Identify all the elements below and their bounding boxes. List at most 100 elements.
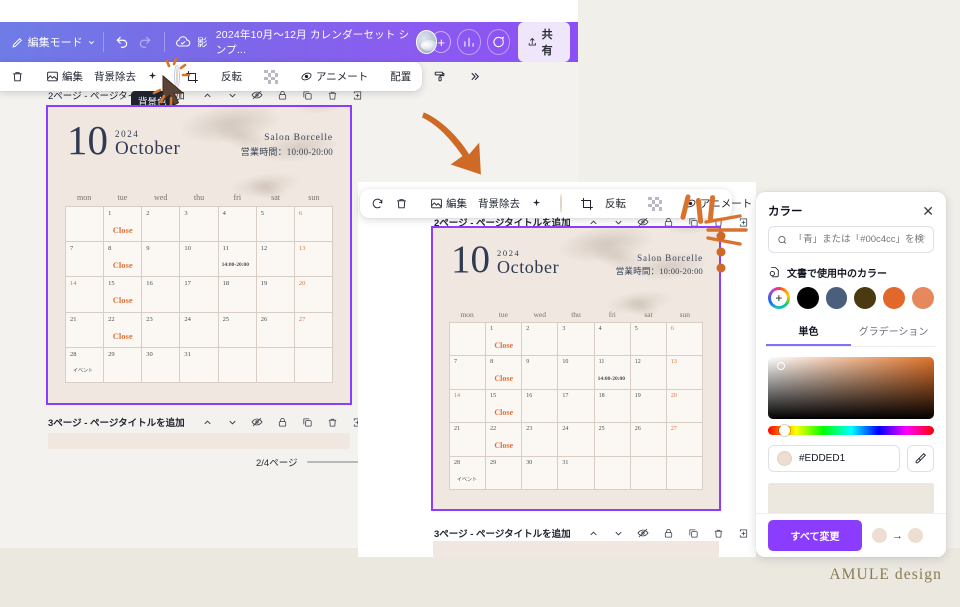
duplicate-icon[interactable] — [301, 89, 314, 102]
chevron-up-icon[interactable] — [201, 89, 214, 102]
used-colors-label: 文書で使用中のカラー — [787, 269, 887, 280]
tab-gradient[interactable]: グラデーション — [851, 323, 936, 346]
background-remove-button[interactable]: 背景除去 — [474, 194, 524, 213]
sv-picker-handle[interactable] — [777, 362, 785, 370]
calendar-cell: 17 — [180, 277, 218, 312]
page-row-label[interactable]: 3ページ - ページタイトルを追加 — [48, 415, 185, 429]
chevron-up-icon[interactable] — [587, 216, 600, 229]
edit-mode-selector[interactable]: 編集モード — [28, 34, 96, 50]
saturation-value-picker[interactable] — [768, 357, 934, 419]
custom-color-picker-swatch[interactable]: + — [768, 287, 790, 309]
color-swatch-black[interactable] — [796, 287, 819, 309]
flip-button[interactable]: 反転 — [217, 67, 246, 86]
edit-image-button[interactable]: 編集 — [426, 194, 471, 213]
eye-off-icon[interactable] — [637, 527, 650, 540]
cloud-save-icon[interactable] — [172, 29, 195, 55]
hue-slider-handle[interactable] — [779, 424, 790, 436]
transparency-button[interactable] — [260, 68, 282, 86]
add-page-icon[interactable] — [737, 527, 750, 540]
refresh-button[interactable] — [367, 195, 388, 212]
color-swatch-salmon[interactable] — [912, 287, 934, 309]
background-remove-button[interactable]: 背景除去 — [90, 67, 140, 86]
redo-button[interactable] — [134, 29, 157, 55]
calendar-day-number: 24 — [562, 426, 569, 433]
color-swatch-slate[interactable] — [825, 287, 848, 309]
add-page-icon[interactable] — [351, 89, 364, 102]
calendar-cell — [256, 347, 294, 382]
eyedropper-button[interactable] — [907, 445, 934, 472]
calendar-day-number: 6 — [298, 210, 303, 217]
chevron-down-icon[interactable] — [612, 216, 625, 229]
chevron-up-icon[interactable] — [587, 527, 600, 540]
delete-button[interactable] — [391, 195, 412, 212]
document-title[interactable]: 2024年10月〜12月 カレンダーセット シンプ... — [216, 27, 416, 57]
eye-off-icon[interactable] — [251, 89, 264, 102]
design-page-3-right-preview[interactable] — [433, 541, 719, 557]
edit-image-button[interactable]: 編集 — [42, 67, 87, 86]
object-toolbar-primary: 編集 背景除去 反転 アニメート 配置 — [0, 62, 480, 91]
calendar-day-number: 29 — [490, 459, 497, 466]
design-page-2-right[interactable]: 10 2024 October Salon Borcelle 営業時間：10:0… — [431, 226, 721, 511]
crop-button[interactable] — [576, 195, 598, 213]
trash-icon[interactable] — [326, 89, 339, 102]
page-row-3-right: 3ページ - ページタイトルを追加 — [434, 526, 750, 540]
share-button[interactable]: 共有 — [518, 22, 570, 62]
duplicate-icon[interactable] — [687, 527, 700, 540]
color-swatch-olive[interactable] — [854, 287, 877, 309]
magic-star-icon[interactable] — [527, 196, 546, 211]
refresh-icon — [372, 198, 383, 209]
more-options-button[interactable] — [464, 68, 485, 85]
transparency-button[interactable] — [644, 195, 666, 213]
duplicate-icon[interactable] — [301, 416, 314, 429]
close-icon[interactable]: ✕ — [922, 204, 934, 218]
copy-style-button[interactable] — [429, 68, 450, 85]
flip-button[interactable]: 反転 — [601, 194, 630, 213]
trash-icon[interactable] — [712, 527, 725, 540]
sparkle-icon — [532, 198, 541, 207]
bar-chart-icon — [464, 37, 474, 47]
calendar-cell: 28 イベント — [450, 456, 486, 489]
color-search-field[interactable] — [768, 226, 934, 253]
page-row-label[interactable]: 3ページ - ページタイトルを追加 — [434, 526, 571, 540]
hex-input-field[interactable]: #EDDED1 — [768, 445, 900, 472]
chevron-down-icon[interactable] — [226, 89, 239, 102]
lock-icon[interactable] — [276, 89, 289, 102]
page-row-label[interactable]: 2ページ - ページタイトルを追加 — [434, 215, 571, 229]
eye-off-icon[interactable] — [251, 416, 264, 429]
calendar-close-label: Close — [494, 441, 514, 451]
color-swatch-orange[interactable] — [883, 287, 906, 309]
comments-button[interactable] — [486, 29, 511, 55]
trash-icon[interactable] — [326, 416, 339, 429]
calendar-day-number: 11 — [598, 359, 605, 366]
current-color-dot — [777, 451, 792, 466]
insights-button[interactable] — [457, 29, 481, 55]
weekday-thu: thu — [193, 193, 205, 202]
chevron-down-icon[interactable] — [226, 416, 239, 429]
background-color-swatch[interactable] — [560, 194, 562, 213]
chevron-up-icon[interactable] — [201, 416, 214, 429]
calendar-cell: 10 — [180, 242, 218, 277]
tab-solid[interactable]: 単色 — [766, 323, 851, 346]
weekday-sat: sat — [644, 310, 653, 319]
hue-slider[interactable] — [768, 424, 934, 436]
lock-icon[interactable] — [276, 416, 289, 429]
apply-all-button[interactable]: すべて変更 — [768, 520, 862, 551]
animate-button[interactable]: アニメート — [296, 67, 372, 86]
lock-icon[interactable] — [662, 527, 675, 540]
calendar-cell: 8 Close — [104, 242, 142, 277]
calendar-cell — [294, 347, 332, 382]
eye-off-icon[interactable] — [637, 216, 650, 229]
lock-icon[interactable] — [662, 216, 675, 229]
search-input[interactable] — [793, 234, 925, 245]
delete-button[interactable] — [7, 68, 28, 85]
calendar-cell: 20 — [666, 389, 702, 423]
calendar-day-number: 29 — [108, 350, 115, 358]
chevron-down-icon[interactable] — [612, 527, 625, 540]
pen-icon[interactable] — [8, 31, 28, 53]
design-page-3-left-preview[interactable] — [48, 433, 350, 449]
design-page-2-left[interactable]: 10 2024 October Salon Borcelle 営業時間：10:0… — [46, 105, 352, 405]
color-panel-title: カラー — [768, 206, 803, 218]
position-button[interactable]: 配置 — [386, 67, 415, 86]
calendar-cell: 27 — [294, 312, 332, 347]
undo-button[interactable] — [111, 29, 134, 55]
